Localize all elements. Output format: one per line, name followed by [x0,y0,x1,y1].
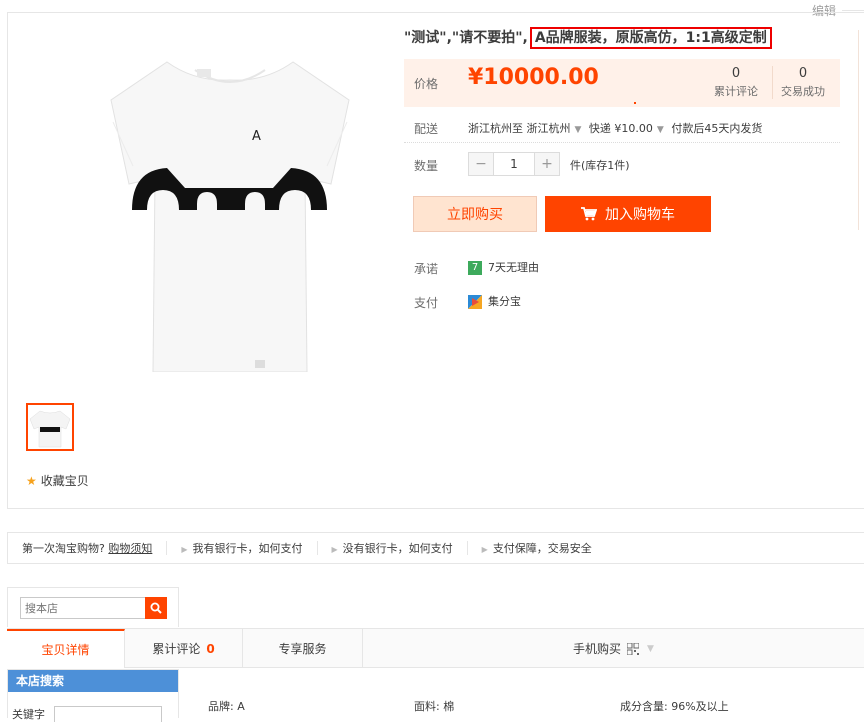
store-search-input[interactable] [20,597,146,619]
keyword-input[interactable] [54,706,162,722]
sidebar-title: 本店搜索 [8,670,178,692]
sales-count-label: 交易成功 [781,85,825,98]
qr-code-icon [627,642,640,655]
review-count-label: 累计评论 [714,85,758,98]
product-title: "测试","请不要拍", A品牌服装，原版高仿，1:1高级定制 [404,27,772,49]
arrow-right-icon: ▶ [181,545,188,554]
chevron-down-icon: ▼ [574,125,582,135]
tab-mobile-buy[interactable]: 手机购买 ▼ [363,629,864,668]
seven-day-icon: 7 [468,261,482,275]
sales-count: 0 [798,66,808,81]
title-highlight: A品牌服装，原版高仿，1:1高级定制 [529,27,772,49]
search-button[interactable] [145,597,167,619]
favorite-label: 收藏宝贝 [40,474,89,488]
buy-now-button[interactable]: 立即购买 [413,196,537,232]
guide-first-time: 第一次淘宝购物? 购物须知 [8,540,166,556]
attribute-composition: 成分含量: 96%及以上 [620,700,729,713]
divider [842,10,864,11]
shipping-eta: 付款后45天内发货 [671,122,763,135]
tab-mobile-label: 手机购买 [573,642,622,656]
title-text: "测试","请不要拍", [404,30,528,46]
increase-button[interactable]: + [535,153,559,175]
tab-detail[interactable]: 宝贝详情 [7,629,125,668]
quantity-label: 数量 [414,159,439,173]
payment-text: 集分宝 [488,295,521,308]
shipping-label: 配送 [414,122,439,136]
stock-text: 件(库存1件) [570,159,630,172]
sales-count-stat: 0 交易成功 [772,66,833,99]
payment-label: 支付 [414,296,439,310]
review-count-stat[interactable]: 0 累计评论 [704,66,768,99]
shopping-guide-bar: 第一次淘宝购物? 购物须知 ▶ 我有银行卡，如何支付 ▶ 没有银行卡，如何支付 ▶ 支… [7,532,864,564]
promise-label: 承诺 [414,262,439,276]
add-to-cart-label: 加入购物车 [605,207,675,223]
promise-link[interactable]: 7 7天无理由 [468,259,539,275]
destination-text: 浙江杭州 [526,122,571,135]
price-panel: 价格 ¥10000.00 0 累计评论 0 交易成功 [404,59,840,107]
quantity-input[interactable]: 1 [493,153,535,175]
guide-question: 第一次淘宝购物? [22,542,105,555]
guide-item[interactable]: ▶ 我有银行卡，如何支付 [167,540,316,556]
guide-item[interactable]: ▶ 没有银行卡，如何支付 [318,540,467,556]
guide-item[interactable]: ▶ 支付保障，交易安全 [468,540,606,556]
shopping-guide-link[interactable]: 购物须知 [108,542,152,555]
promise-text: 7天无理由 [488,261,539,274]
tab-reviews[interactable]: 累计评论 0 [125,629,243,668]
keyword-label: 关键字 [12,708,45,721]
guide-item-label: 没有银行卡，如何支付 [342,542,453,555]
decrease-button[interactable]: − [469,153,493,175]
tshirt-letter: A [252,129,261,144]
tab-service[interactable]: 专享服务 [243,629,363,668]
guide-item-label: 我有银行卡，如何支付 [192,542,303,555]
tab-reviews-count: 0 [206,641,215,656]
add-to-cart-button[interactable]: 加入购物车 [545,196,711,232]
attribute-fabric: 面料: 棉 [414,700,455,713]
shipping-method[interactable]: 快递 ¥10.00 ▼ [589,122,668,135]
store-search-sidebar: 本店搜索 关键字 [7,669,179,722]
tab-reviews-label: 累计评论 [152,642,201,656]
chevron-down-icon: ▼ [656,125,664,135]
jifenbao-icon [468,295,482,309]
attribute-brand: 品牌: A [208,700,245,713]
thumbnail-image[interactable] [26,403,74,451]
shipping-destination[interactable]: 浙江杭州 ▼ [527,122,586,135]
store-search-box [7,587,179,627]
cart-icon [581,207,597,221]
search-icon [150,602,162,614]
method-text: 快递 ¥10.00 [588,122,653,135]
guide-item-label: 支付保障，交易安全 [492,542,592,555]
divider [858,30,859,230]
chevron-down-icon: ▼ [647,643,654,654]
quantity-stepper: − 1 + [468,152,560,176]
shipping-from: 浙江杭州至 [468,122,523,135]
price-value: ¥10000.00 [468,65,599,90]
price-label: 价格 [414,77,439,91]
shipping-row: 配送 浙江杭州至 浙江杭州 ▼ 快递 ¥10.00 ▼ 付款后45天内发货 [404,112,840,143]
arrow-right-icon: ▶ [481,545,488,554]
decoration-dot [634,102,636,104]
review-count: 0 [731,66,741,81]
arrow-right-icon: ▶ [331,545,338,554]
product-image[interactable]: A [105,42,355,372]
quantity-row: 数量 − 1 + 件(库存1件) [404,152,840,180]
favorite-link[interactable]: ★ 收藏宝贝 [26,472,89,489]
detail-tabbar: 宝贝详情 累计评论 0 专享服务 手机购买 ▼ [7,628,864,668]
payment-link[interactable]: 集分宝 [468,293,521,309]
star-icon: ★ [26,474,37,488]
